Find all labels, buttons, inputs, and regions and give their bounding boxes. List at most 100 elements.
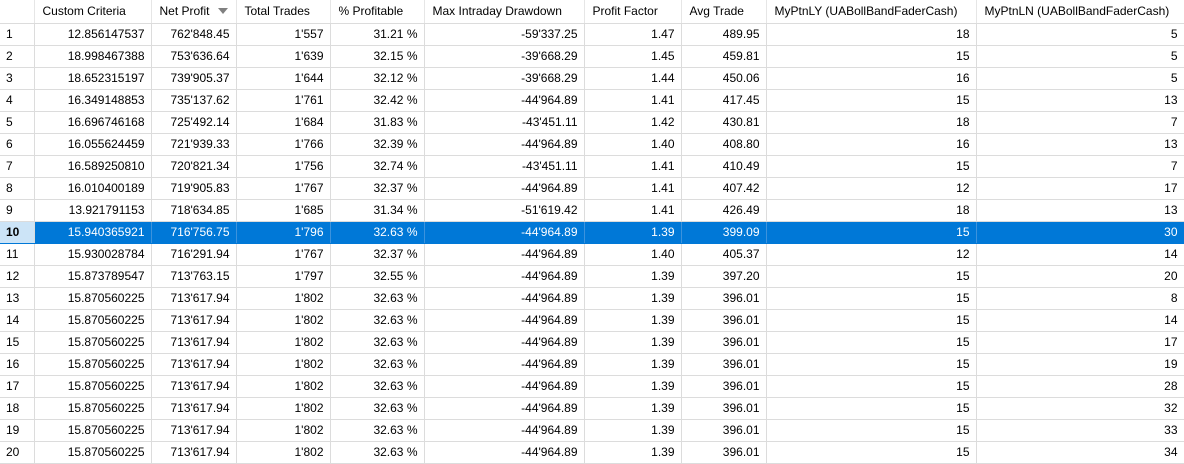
table-row[interactable]: 10 15.940365921 716'756.75 1'796 32.63 % -44'… bbox=[0, 221, 1184, 244]
profit-factor-cell[interactable]: 1.40 bbox=[584, 243, 682, 266]
percent-profitable-cell[interactable]: 32.63 % bbox=[330, 287, 425, 310]
row-index[interactable]: 10 bbox=[0, 221, 35, 244]
percent-profitable-cell[interactable]: 32.39 % bbox=[330, 133, 425, 156]
percent-profitable-cell[interactable]: 32.63 % bbox=[330, 397, 425, 420]
custom-criteria-cell[interactable]: 15.870560225 bbox=[34, 353, 152, 376]
net-profit-cell[interactable]: 725'492.14 bbox=[151, 111, 237, 134]
net-profit-cell[interactable]: 713'763.15 bbox=[151, 265, 237, 288]
table-row[interactable]: 3 18.652315197 739'905.37 1'644 32.12 % -39'6… bbox=[0, 67, 1184, 90]
avg-trade-cell[interactable]: 430.81 bbox=[681, 111, 767, 134]
table-row[interactable]: 8 16.010400189 719'905.83 1'767 32.37 % -44'9… bbox=[0, 177, 1184, 200]
avg-trade-cell[interactable]: 396.01 bbox=[681, 309, 767, 332]
row-index[interactable]: 13 bbox=[0, 287, 35, 310]
custom-criteria-cell[interactable]: 15.870560225 bbox=[34, 331, 152, 354]
total-trades-cell[interactable]: 1'766 bbox=[236, 133, 331, 156]
myptnly-cell[interactable]: 16 bbox=[766, 67, 977, 90]
row-index[interactable]: 11 bbox=[0, 243, 35, 266]
profit-factor-cell[interactable]: 1.39 bbox=[584, 331, 682, 354]
total-trades-cell[interactable]: 1'802 bbox=[236, 287, 331, 310]
profit-factor-cell[interactable]: 1.47 bbox=[584, 23, 682, 46]
net-profit-cell[interactable]: 713'617.94 bbox=[151, 331, 237, 354]
avg-trade-cell[interactable]: 410.49 bbox=[681, 155, 767, 178]
row-index[interactable]: 12 bbox=[0, 265, 35, 288]
row-index[interactable]: 18 bbox=[0, 397, 35, 420]
net-profit-cell[interactable]: 713'617.94 bbox=[151, 309, 237, 332]
net-profit-cell[interactable]: 753'636.64 bbox=[151, 45, 237, 68]
row-index[interactable]: 7 bbox=[0, 155, 35, 178]
percent-profitable-cell[interactable]: 32.63 % bbox=[330, 419, 425, 442]
myptnly-cell[interactable]: 15 bbox=[766, 419, 977, 442]
profit-factor-cell[interactable]: 1.39 bbox=[584, 265, 682, 288]
myptnln-cell[interactable]: 17 bbox=[976, 331, 1184, 354]
net-profit-cell[interactable]: 713'617.94 bbox=[151, 375, 237, 398]
column-header-net-profit[interactable]: Net Profit bbox=[151, 0, 237, 24]
myptnly-cell[interactable]: 15 bbox=[766, 397, 977, 420]
total-trades-cell[interactable]: 1'802 bbox=[236, 353, 331, 376]
avg-trade-cell[interactable]: 405.37 bbox=[681, 243, 767, 266]
avg-trade-cell[interactable]: 426.49 bbox=[681, 199, 767, 222]
myptnln-cell[interactable]: 28 bbox=[976, 375, 1184, 398]
percent-profitable-cell[interactable]: 31.21 % bbox=[330, 23, 425, 46]
myptnln-cell[interactable]: 13 bbox=[976, 199, 1184, 222]
net-profit-cell[interactable]: 721'939.33 bbox=[151, 133, 237, 156]
net-profit-cell[interactable]: 739'905.37 bbox=[151, 67, 237, 90]
custom-criteria-cell[interactable]: 15.870560225 bbox=[34, 309, 152, 332]
table-row[interactable]: 11 15.930028784 716'291.94 1'767 32.37 % -44'… bbox=[0, 243, 1184, 266]
myptnly-cell[interactable]: 15 bbox=[766, 155, 977, 178]
total-trades-cell[interactable]: 1'756 bbox=[236, 155, 331, 178]
myptnln-cell[interactable]: 17 bbox=[976, 177, 1184, 200]
row-index[interactable]: 16 bbox=[0, 353, 35, 376]
column-header-max-intraday-drawdown[interactable]: Max Intraday Drawdown bbox=[424, 0, 585, 24]
total-trades-cell[interactable]: 1'802 bbox=[236, 309, 331, 332]
table-row[interactable]: 17 15.870560225 713'617.94 1'802 32.63 % -44'… bbox=[0, 375, 1184, 398]
table-row[interactable]: 4 16.349148853 735'137.62 1'761 32.42 % -44'9… bbox=[0, 89, 1184, 112]
avg-trade-cell[interactable]: 408.80 bbox=[681, 133, 767, 156]
total-trades-cell[interactable]: 1'761 bbox=[236, 89, 331, 112]
myptnly-cell[interactable]: 18 bbox=[766, 111, 977, 134]
optimization-results-grid[interactable]: Custom Criteria Net Profit Total Trades … bbox=[0, 0, 1184, 464]
row-index[interactable]: 15 bbox=[0, 331, 35, 354]
avg-trade-cell[interactable]: 396.01 bbox=[681, 397, 767, 420]
profit-factor-cell[interactable]: 1.44 bbox=[584, 67, 682, 90]
max-intraday-drawdown-cell[interactable]: -44'964.89 bbox=[424, 353, 585, 376]
table-row[interactable]: 6 16.055624459 721'939.33 1'766 32.39 % -44'9… bbox=[0, 133, 1184, 156]
avg-trade-cell[interactable]: 396.01 bbox=[681, 353, 767, 376]
myptnly-cell[interactable]: 12 bbox=[766, 177, 977, 200]
row-index[interactable]: 17 bbox=[0, 375, 35, 398]
percent-profitable-cell[interactable]: 32.63 % bbox=[330, 221, 425, 244]
row-index[interactable]: 19 bbox=[0, 419, 35, 442]
myptnly-cell[interactable]: 15 bbox=[766, 89, 977, 112]
myptnln-cell[interactable]: 13 bbox=[976, 133, 1184, 156]
max-intraday-drawdown-cell[interactable]: -44'964.89 bbox=[424, 265, 585, 288]
myptnln-cell[interactable]: 33 bbox=[976, 419, 1184, 442]
profit-factor-cell[interactable]: 1.39 bbox=[584, 221, 682, 244]
column-header-total-trades[interactable]: Total Trades bbox=[236, 0, 331, 24]
myptnly-cell[interactable]: 15 bbox=[766, 331, 977, 354]
net-profit-cell[interactable]: 719'905.83 bbox=[151, 177, 237, 200]
net-profit-cell[interactable]: 713'617.94 bbox=[151, 419, 237, 442]
custom-criteria-cell[interactable]: 13.921791153 bbox=[34, 199, 152, 222]
table-row[interactable]: 18 15.870560225 713'617.94 1'802 32.63 % -44'… bbox=[0, 397, 1184, 420]
profit-factor-cell[interactable]: 1.39 bbox=[584, 287, 682, 310]
percent-profitable-cell[interactable]: 32.55 % bbox=[330, 265, 425, 288]
max-intraday-drawdown-cell[interactable]: -43'451.11 bbox=[424, 111, 585, 134]
max-intraday-drawdown-cell[interactable]: -44'964.89 bbox=[424, 331, 585, 354]
profit-factor-cell[interactable]: 1.41 bbox=[584, 155, 682, 178]
total-trades-cell[interactable]: 1'684 bbox=[236, 111, 331, 134]
myptnly-cell[interactable]: 15 bbox=[766, 265, 977, 288]
custom-criteria-cell[interactable]: 15.870560225 bbox=[34, 287, 152, 310]
percent-profitable-cell[interactable]: 32.63 % bbox=[330, 353, 425, 376]
net-profit-cell[interactable]: 720'821.34 bbox=[151, 155, 237, 178]
max-intraday-drawdown-cell[interactable]: -39'668.29 bbox=[424, 45, 585, 68]
percent-profitable-cell[interactable]: 31.34 % bbox=[330, 199, 425, 222]
net-profit-cell[interactable]: 716'291.94 bbox=[151, 243, 237, 266]
custom-criteria-cell[interactable]: 16.349148853 bbox=[34, 89, 152, 112]
max-intraday-drawdown-cell[interactable]: -44'964.89 bbox=[424, 221, 585, 244]
total-trades-cell[interactable]: 1'802 bbox=[236, 419, 331, 442]
table-row[interactable]: 14 15.870560225 713'617.94 1'802 32.63 % -44'… bbox=[0, 309, 1184, 332]
total-trades-cell[interactable]: 1'644 bbox=[236, 67, 331, 90]
profit-factor-cell[interactable]: 1.45 bbox=[584, 45, 682, 68]
max-intraday-drawdown-cell[interactable]: -44'964.89 bbox=[424, 309, 585, 332]
row-index[interactable]: 9 bbox=[0, 199, 35, 222]
max-intraday-drawdown-cell[interactable]: -44'964.89 bbox=[424, 375, 585, 398]
